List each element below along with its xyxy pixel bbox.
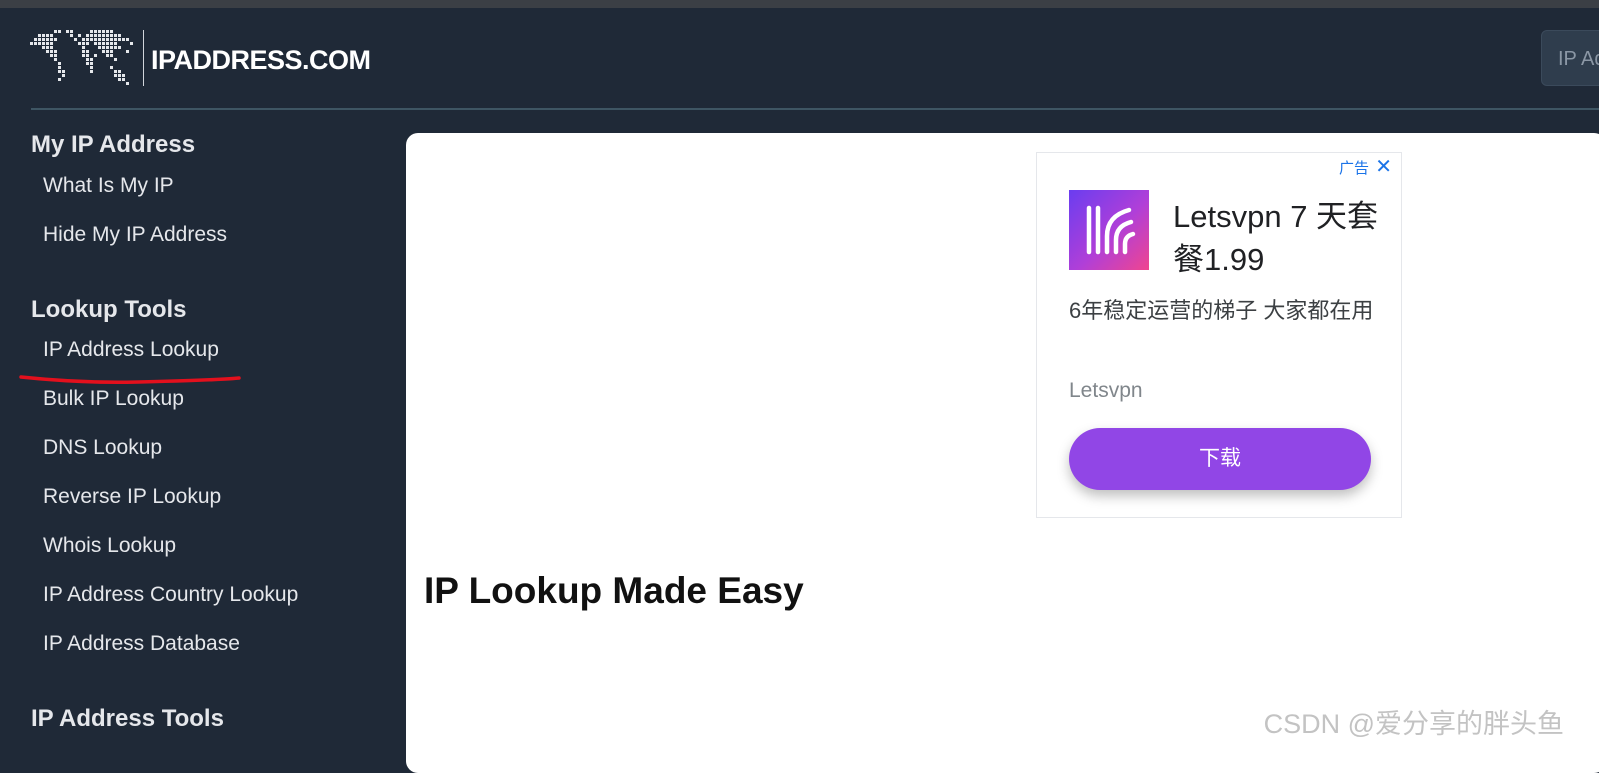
page-title: IP Lookup Made Easy bbox=[424, 570, 804, 611]
ad-description: 6年稳定运营的梯子 大家都在用 bbox=[1069, 298, 1374, 323]
sidebar-link-ip-address-lookup[interactable]: IP Address Lookup bbox=[43, 338, 219, 362]
sidebar-link-hide-my-ip[interactable]: Hide My IP Address bbox=[43, 223, 227, 247]
letsvpn-app-icon bbox=[1069, 190, 1149, 270]
sidebar-link-ip-country-lookup[interactable]: IP Address Country Lookup bbox=[43, 583, 298, 607]
sidebar-nav: My IP Address What Is My IP Hide My IP A… bbox=[0, 104, 405, 751]
watermark-text: CSDN @爱分享的胖头鱼 bbox=[1263, 709, 1564, 739]
ad-label: 广告 bbox=[1338, 160, 1369, 177]
ad-title[interactable]: Letsvpn 7 天套餐1.99 bbox=[1173, 195, 1393, 281]
ad-brand: Letsvpn bbox=[1069, 379, 1143, 402]
sidebar-link-reverse-ip-lookup[interactable]: Reverse IP Lookup bbox=[43, 485, 221, 509]
main-content: 广告 ✕ Letsvpn 7 天套餐1.99 6年稳定运营的梯子 大家都在用 L… bbox=[406, 133, 1599, 773]
sidebar-heading-my-ip: My IP Address bbox=[31, 131, 196, 158]
sidebar-link-whois-lookup[interactable]: Whois Lookup bbox=[43, 534, 176, 558]
ad-download-button[interactable]: 下载 bbox=[1069, 428, 1371, 490]
browser-top-strip bbox=[0, 0, 1599, 8]
close-icon[interactable]: ✕ bbox=[1375, 154, 1392, 179]
sidebar-link-what-is-my-ip[interactable]: What Is My IP bbox=[43, 174, 174, 198]
sidebar-heading-lookup-tools: Lookup Tools bbox=[31, 296, 187, 323]
site-logo-text[interactable]: IPADDRESS.COM bbox=[151, 45, 371, 76]
ip-search-input[interactable]: IP Ad bbox=[1541, 30, 1599, 86]
sidebar-link-bulk-ip-lookup[interactable]: Bulk IP Lookup bbox=[43, 387, 184, 411]
ad-banner[interactable]: 广告 ✕ Letsvpn 7 天套餐1.99 6年稳定运营的梯子 大家都在用 L… bbox=[1036, 152, 1402, 518]
world-map-logo-icon[interactable] bbox=[30, 28, 134, 86]
red-annotation-underline bbox=[19, 375, 241, 385]
sidebar-heading-ip-address-tools: IP Address Tools bbox=[31, 705, 224, 732]
sidebar-link-dns-lookup[interactable]: DNS Lookup bbox=[43, 436, 162, 460]
logo-divider bbox=[143, 30, 144, 86]
site-header: IPADDRESS.COM IP Ad bbox=[0, 8, 1599, 110]
sidebar-link-ip-address-database[interactable]: IP Address Database bbox=[43, 632, 240, 656]
